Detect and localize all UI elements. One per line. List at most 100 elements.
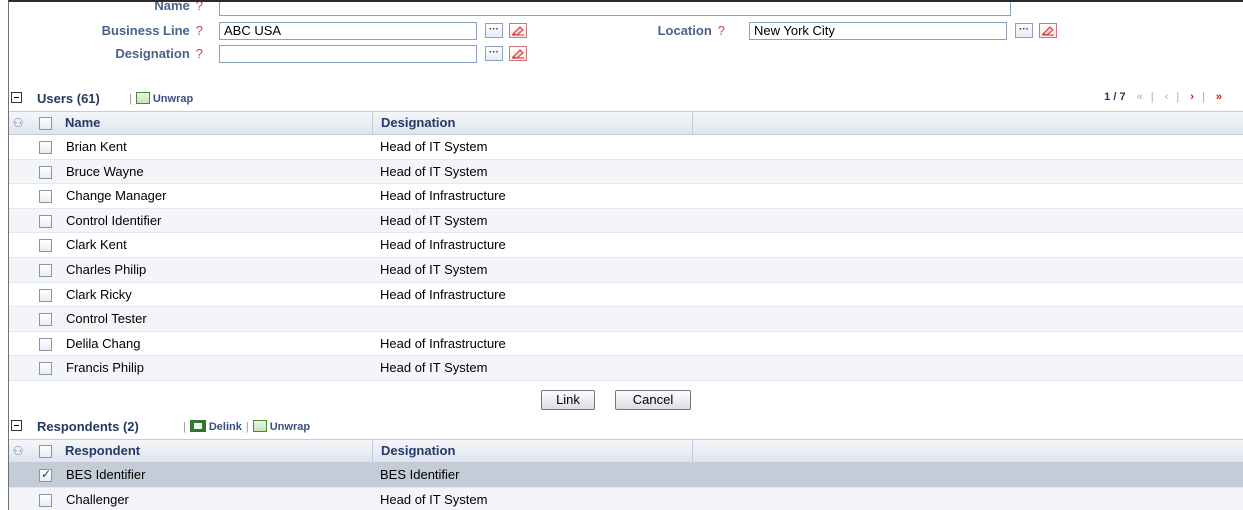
link-users-panel: Name? Business Line? ABC USA ··· Locatio… xyxy=(8,0,1243,510)
table-row[interactable]: Clark Kent Head of Infrastructure xyxy=(9,233,1243,258)
respondents-section-header: Respondents (2) | Delink | Unwrap xyxy=(9,416,1243,436)
column-header-respondent[interactable]: Respondent xyxy=(57,440,373,462)
row-designation: Head of Infrastructure xyxy=(380,188,506,204)
last-page-icon[interactable]: » xyxy=(1216,91,1222,103)
row-name: Challenger xyxy=(66,491,129,507)
unwrap-icon[interactable] xyxy=(135,92,150,104)
toolbar-separator: | xyxy=(245,421,249,433)
hierarchy-icon[interactable]: ⚇ xyxy=(10,444,26,459)
row-name: Brian Kent xyxy=(66,139,127,154)
location-label: Location? xyxy=(657,23,725,38)
unwrap-icon[interactable] xyxy=(252,420,267,432)
row-name: BES Identifier xyxy=(66,467,146,482)
row-checkbox[interactable] xyxy=(39,165,52,179)
row-designation: BES Identifier xyxy=(380,467,460,482)
row-name: Clark Ricky xyxy=(66,286,132,302)
designation-clear-icon[interactable] xyxy=(509,46,527,61)
link-button[interactable]: Link xyxy=(541,390,595,410)
column-header-designation[interactable]: Designation xyxy=(373,112,693,134)
users-toolbar: | Unwrap xyxy=(125,92,193,105)
business-line-picker-button[interactable]: ··· xyxy=(485,23,503,38)
table-row[interactable]: BES Identifier BES Identifier xyxy=(9,463,1243,488)
row-checkbox[interactable] xyxy=(39,493,52,507)
respondents-grid-header: ⚇ Respondent Designation xyxy=(9,439,1243,463)
name-field[interactable] xyxy=(219,2,1011,16)
row-designation: Head of IT System xyxy=(380,491,488,507)
location-clear-icon[interactable] xyxy=(1039,23,1057,38)
row-name: Control Tester xyxy=(66,311,147,327)
row-name: Clark Kent xyxy=(66,237,127,253)
row-designation: Head of Infrastructure xyxy=(380,237,506,253)
row-checkbox[interactable] xyxy=(39,239,52,253)
row-checkbox[interactable] xyxy=(39,362,52,376)
row-checkbox[interactable] xyxy=(39,263,52,277)
row-checkbox[interactable] xyxy=(39,288,52,302)
row-designation: Head of Infrastructure xyxy=(380,286,506,302)
next-page-icon[interactable]: › xyxy=(1190,91,1194,103)
users-grid-header: ⚇ Name Designation xyxy=(9,111,1243,135)
hierarchy-icon[interactable]: ⚇ xyxy=(10,116,26,131)
location-field[interactable]: New York City xyxy=(749,22,1007,40)
table-row[interactable]: Bruce Wayne Head of IT System xyxy=(9,159,1243,185)
row-designation: Head of IT System xyxy=(380,212,488,228)
row-checkbox[interactable] xyxy=(39,313,52,327)
row-name: Change Manager xyxy=(66,188,167,204)
table-row[interactable]: Change Manager Head of Infrastructure xyxy=(9,184,1243,209)
name-label: Name? xyxy=(154,0,203,13)
row-designation: Head of IT System xyxy=(380,261,488,277)
pager-separator: | xyxy=(1201,91,1205,103)
collapse-icon[interactable] xyxy=(11,92,22,103)
location-picker-button[interactable]: ··· xyxy=(1015,23,1033,38)
respondents-unwrap-link[interactable]: Unwrap xyxy=(270,421,310,433)
table-row[interactable]: Control Identifier Head of IT System xyxy=(9,208,1243,234)
business-line-field[interactable]: ABC USA xyxy=(219,22,477,40)
column-header-name[interactable]: Name xyxy=(57,112,373,134)
table-row[interactable]: Clark Ricky Head of Infrastructure xyxy=(9,283,1243,308)
row-designation: Head of IT System xyxy=(380,163,488,179)
collapse-icon[interactable] xyxy=(11,420,22,431)
help-icon[interactable]: ? xyxy=(196,23,203,38)
row-designation: Head of IT System xyxy=(380,360,488,376)
users-grid: ⚇ Name Designation Brian Kent Head of IT … xyxy=(9,111,1243,381)
row-designation: Head of IT System xyxy=(380,139,488,154)
designation-picker-button[interactable]: ··· xyxy=(485,46,503,61)
row-checkbox[interactable] xyxy=(39,337,52,351)
toolbar-separator: | xyxy=(183,421,186,433)
help-icon[interactable]: ? xyxy=(196,46,203,61)
first-page-icon: « xyxy=(1136,91,1143,103)
cancel-button[interactable]: Cancel xyxy=(615,390,691,410)
column-header-designation[interactable]: Designation xyxy=(373,440,693,462)
table-row[interactable]: Charles Philip Head of IT System xyxy=(9,257,1243,283)
designation-label: Designation? xyxy=(115,46,203,61)
respondents-grid: ⚇ Respondent Designation BES IdentifierB… xyxy=(9,439,1243,510)
row-name: Delila Chang xyxy=(66,335,141,351)
row-checkbox[interactable] xyxy=(39,214,52,228)
designation-field[interactable] xyxy=(219,45,477,63)
help-icon[interactable]: ? xyxy=(718,23,725,38)
table-row[interactable]: Challenger Head of IT System xyxy=(9,487,1243,510)
row-checkbox[interactable] xyxy=(39,467,52,482)
row-checkbox[interactable] xyxy=(39,141,52,154)
row-name: Charles Philip xyxy=(66,261,147,277)
select-all-checkbox[interactable] xyxy=(39,117,52,130)
respondents-section-title: Respondents (2) xyxy=(37,419,139,434)
delink-link[interactable]: Delink xyxy=(209,421,242,433)
prev-page-icon: ‹ xyxy=(1164,91,1169,103)
table-row[interactable]: Delila Chang Head of Infrastructure xyxy=(9,332,1243,357)
select-all-checkbox[interactable] xyxy=(39,445,52,458)
row-checkbox[interactable] xyxy=(39,190,52,204)
help-icon[interactable]: ? xyxy=(196,2,203,13)
table-row[interactable]: Francis Philip Head of IT System xyxy=(9,356,1243,381)
page-indicator: 1 / 7 xyxy=(1104,91,1126,103)
users-unwrap-link[interactable]: Unwrap xyxy=(153,93,193,105)
business-line-clear-icon[interactable] xyxy=(509,23,527,38)
table-row[interactable]: Brian Kent Head of IT System xyxy=(9,135,1243,160)
table-row[interactable]: Control Tester xyxy=(9,307,1243,332)
row-name: Control Identifier xyxy=(66,212,162,228)
pager-separator: | xyxy=(1150,91,1154,103)
row-name: Bruce Wayne xyxy=(66,163,144,179)
column-header-filler xyxy=(693,112,1243,134)
users-section-header: Users (61) | Unwrap 1 / 7 « | ‹ | › | » xyxy=(9,88,1243,108)
column-header-filler xyxy=(693,440,1243,462)
delink-icon[interactable] xyxy=(189,420,206,432)
